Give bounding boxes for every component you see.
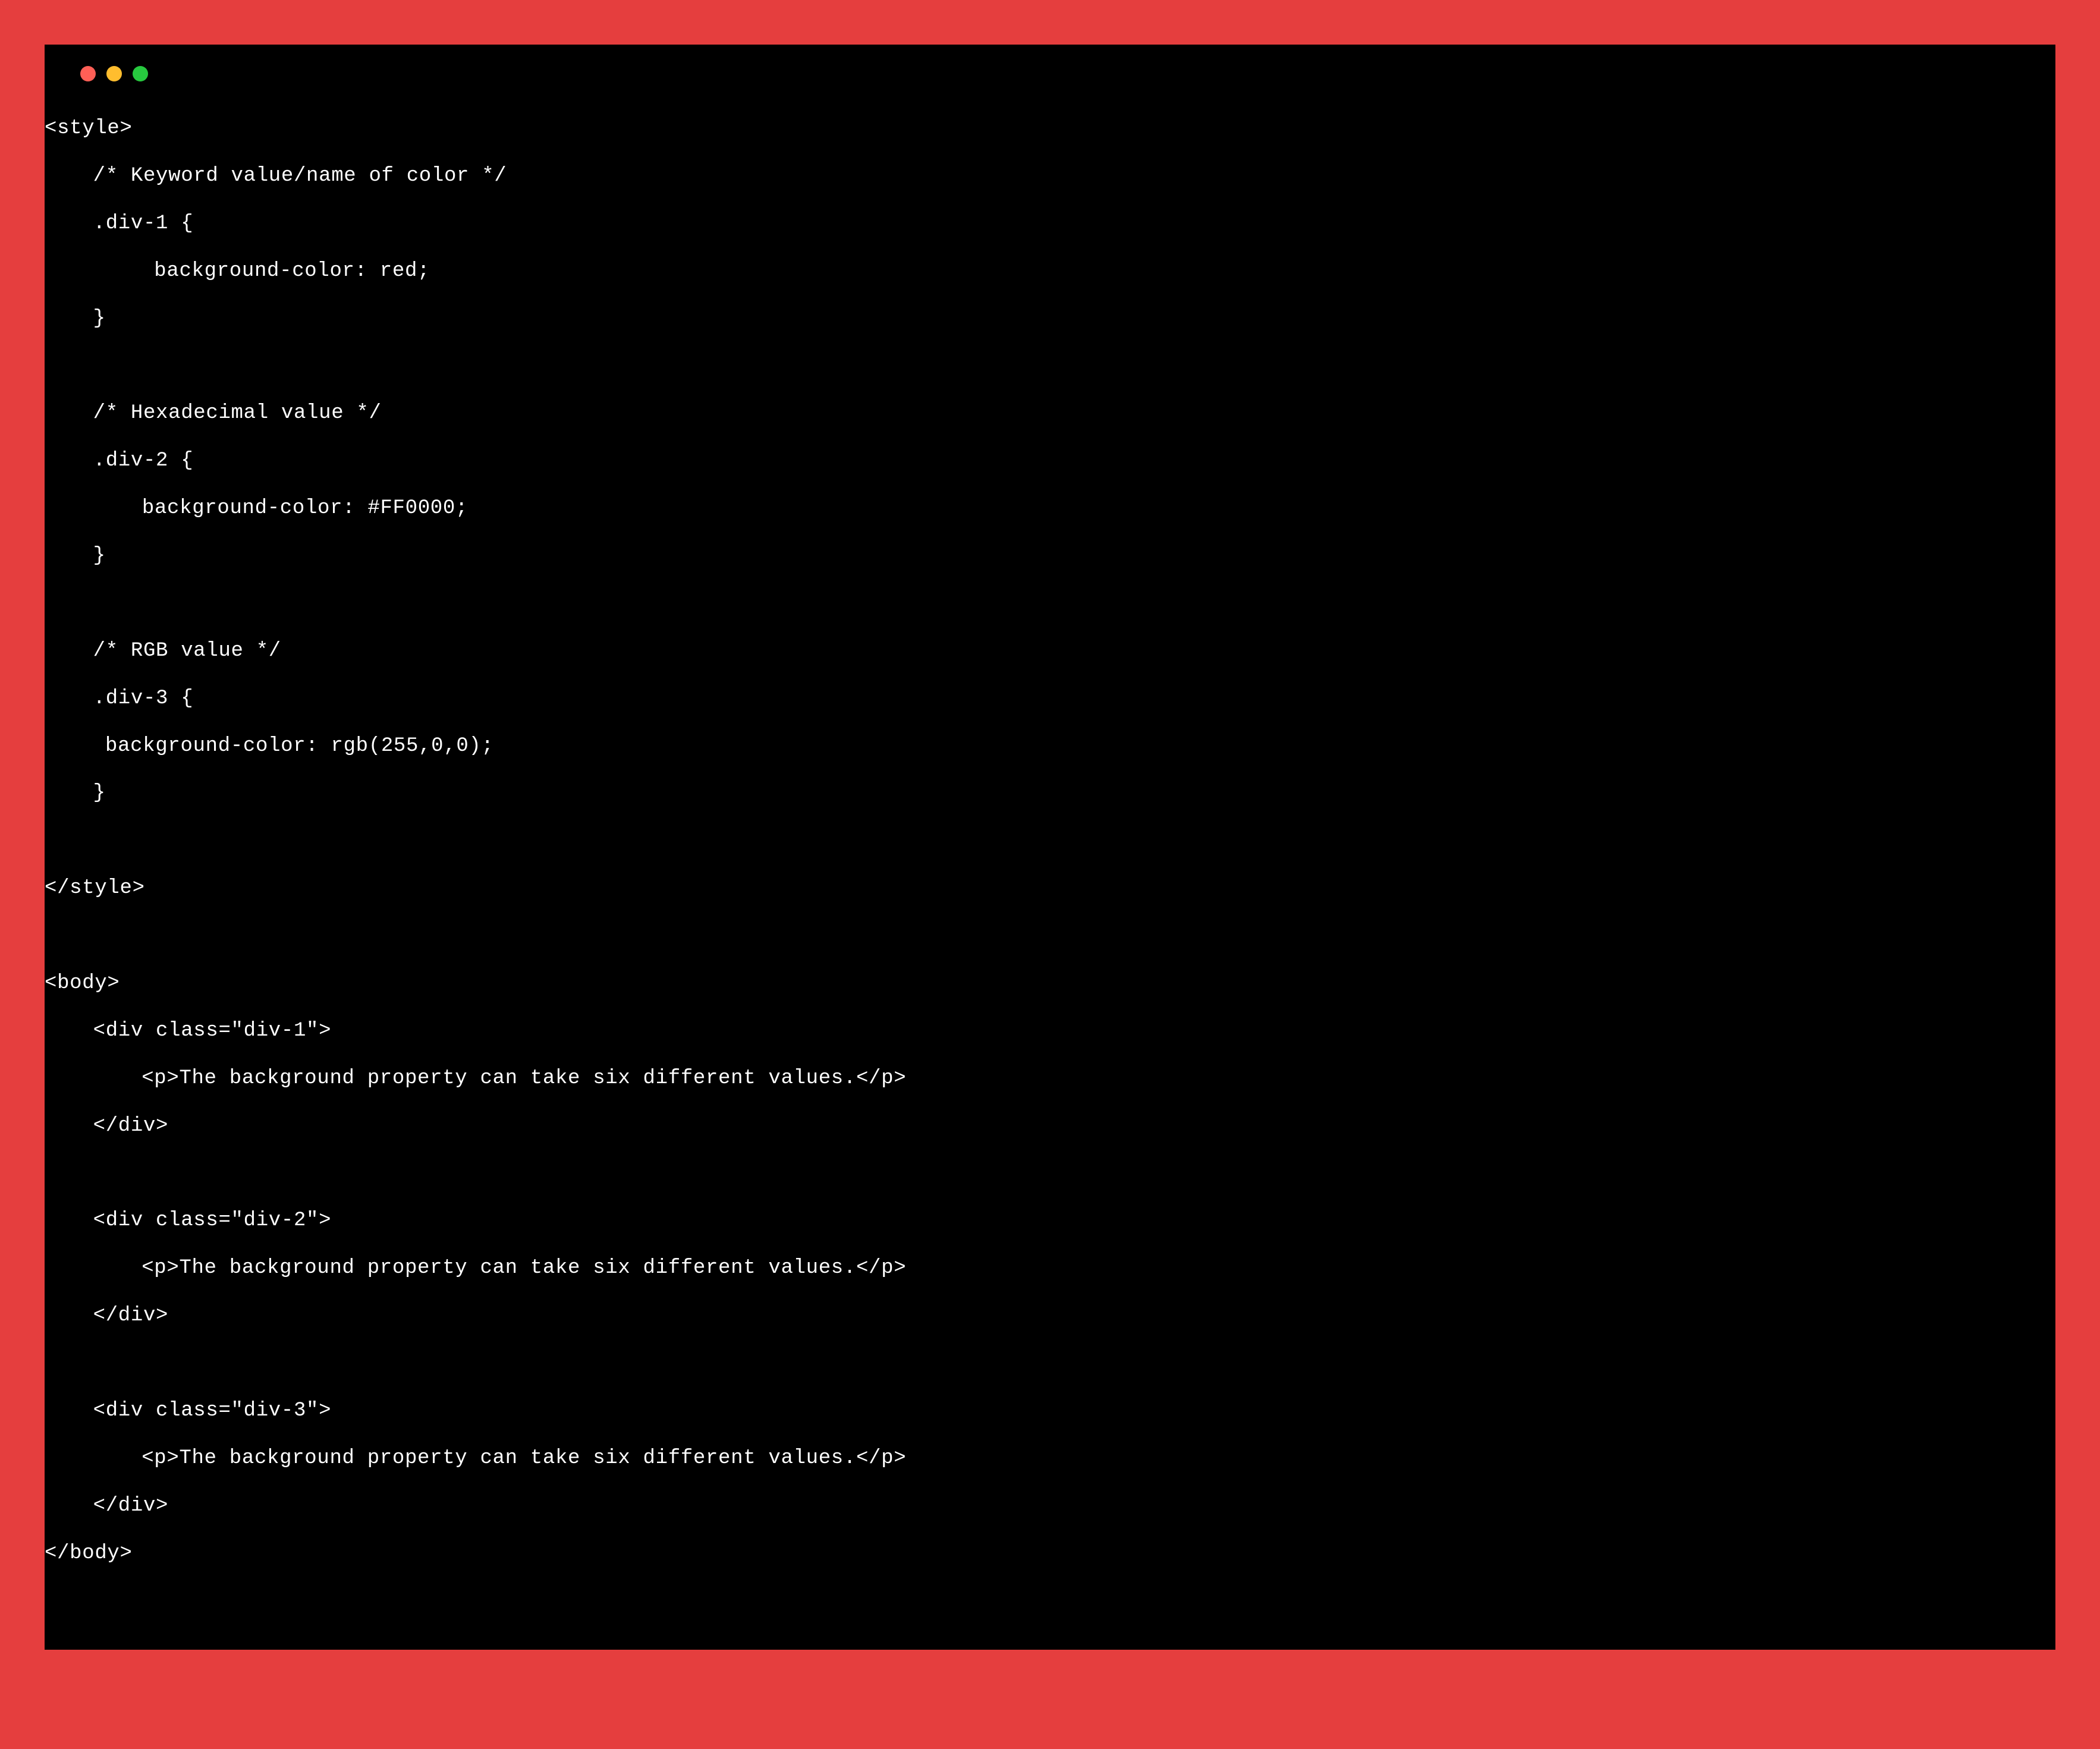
maximize-icon[interactable] — [133, 66, 148, 81]
code-line: .div-3 { — [45, 675, 2055, 723]
blank-line — [45, 580, 2055, 628]
code-line: <div class="div-3"> — [45, 1388, 2055, 1435]
code-line: background-color: rgb(255,0,0); — [45, 723, 2055, 770]
code-line: <body> — [45, 960, 2055, 1008]
code-line: <div class="div-2"> — [45, 1197, 2055, 1245]
code-line: </div> — [45, 1292, 2055, 1340]
code-line: /* Hexadecimal value */ — [45, 390, 2055, 438]
blank-line — [45, 913, 2055, 960]
minimize-icon[interactable] — [106, 66, 122, 81]
code-line: <p>The background property can take six … — [45, 1055, 2055, 1103]
code-line: } — [45, 295, 2055, 343]
code-line: </div> — [45, 1103, 2055, 1150]
code-line: /* Keyword value/name of color */ — [45, 153, 2055, 200]
close-icon[interactable] — [80, 66, 96, 81]
title-bar — [45, 45, 2055, 93]
blank-line — [45, 1150, 2055, 1198]
code-line: } — [45, 770, 2055, 817]
code-content: <style> /* Keyword value/name of color *… — [45, 93, 2055, 1613]
code-line: .div-2 { — [45, 438, 2055, 485]
code-line: </body> — [45, 1530, 2055, 1578]
code-line: <style> — [45, 105, 2055, 153]
code-line: </style> — [45, 865, 2055, 913]
code-line: <p>The background property can take six … — [45, 1435, 2055, 1483]
code-line: /* RGB value */ — [45, 628, 2055, 675]
blank-line — [45, 342, 2055, 390]
code-line: </div> — [45, 1483, 2055, 1530]
blank-line — [45, 1340, 2055, 1388]
code-line: } — [45, 533, 2055, 580]
code-line: <div class="div-1"> — [45, 1008, 2055, 1055]
blank-line — [45, 817, 2055, 865]
code-line: <p>The background property can take six … — [45, 1245, 2055, 1292]
code-line: .div-1 { — [45, 200, 2055, 248]
code-line: background-color: #FF0000; — [45, 485, 2055, 533]
code-line: background-color: red; — [45, 248, 2055, 295]
terminal-window: <style> /* Keyword value/name of color *… — [45, 45, 2055, 1650]
